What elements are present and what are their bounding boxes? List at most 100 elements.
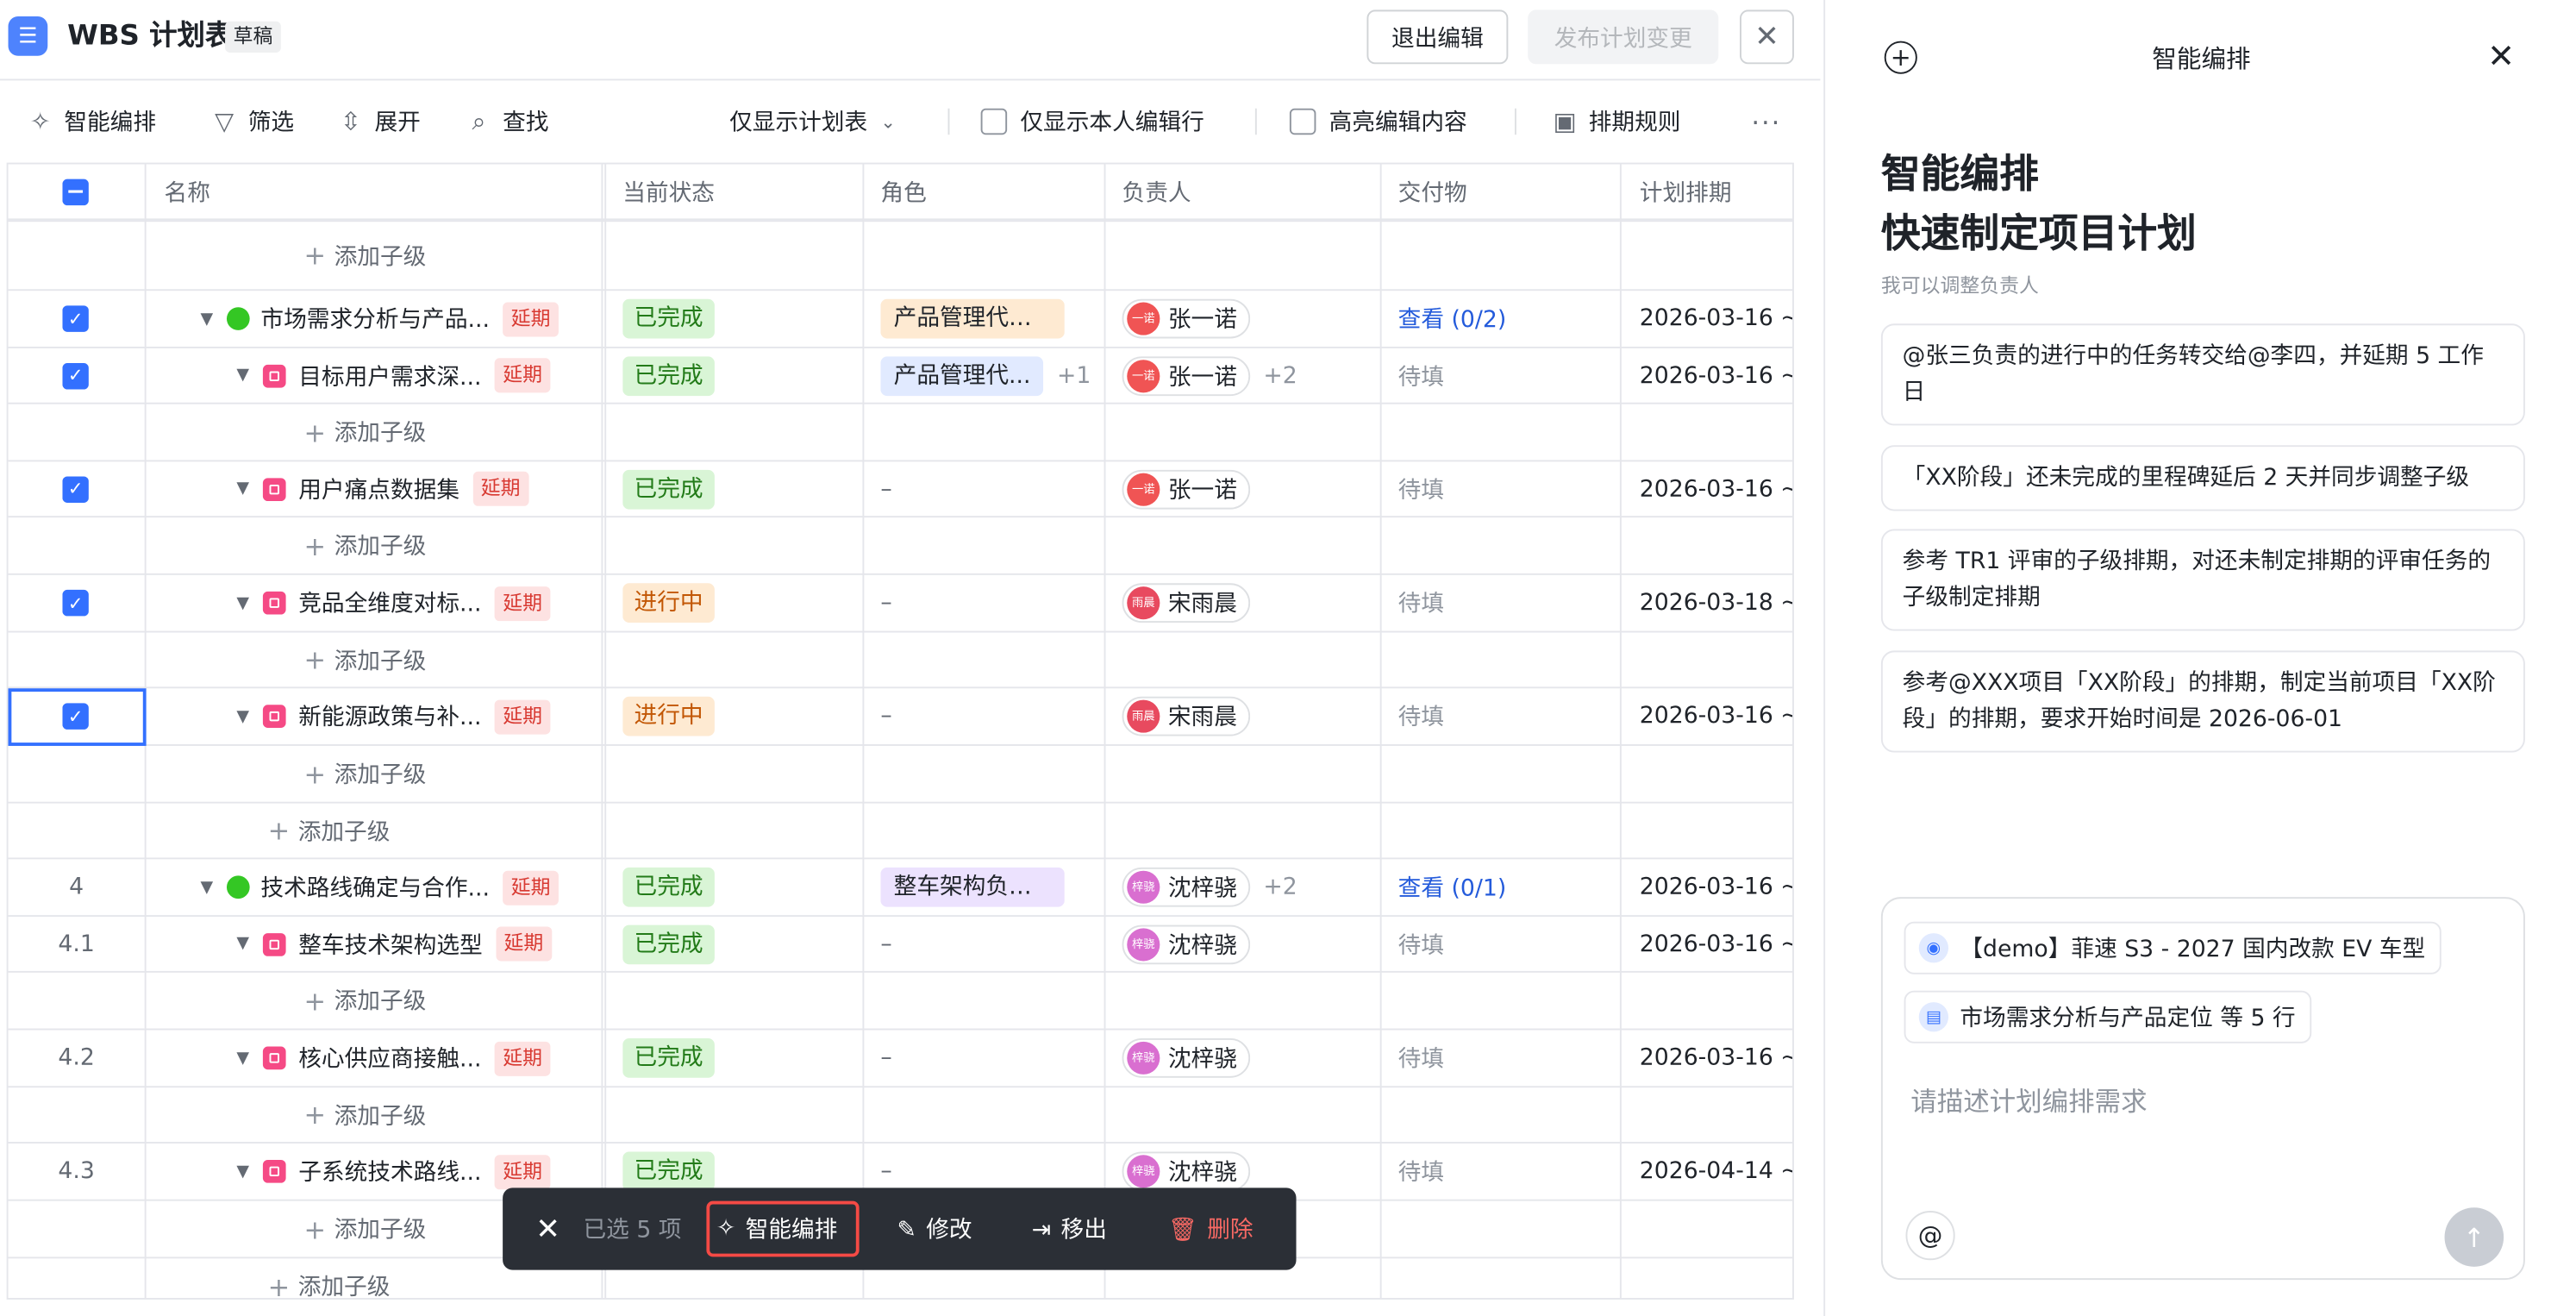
owner-cell[interactable]: 一诺 张一诺: [1122, 461, 1251, 516]
add-child-button[interactable]: + 添加子级: [304, 1087, 427, 1142]
collapse-triangle-icon[interactable]: ▼: [236, 1049, 249, 1067]
plan-cell[interactable]: 2026-03-16 ~: [1640, 348, 1792, 403]
role-cell[interactable]: 产品管理代... +1: [880, 348, 1091, 403]
owner-chip[interactable]: 雨晨 宋雨晨: [1122, 696, 1251, 736]
view-select[interactable]: 仅显示计划表 ⌄: [729, 102, 896, 141]
add-child-button[interactable]: + 添加子级: [268, 804, 391, 858]
row-checkbox[interactable]: ✓: [62, 348, 89, 403]
collapse-triangle-icon[interactable]: ▼: [236, 367, 249, 385]
plan-cell[interactable]: 2026-03-18 ~: [1640, 575, 1792, 631]
add-child-button[interactable]: + 添加子级: [304, 517, 427, 573]
owner-cell[interactable]: 雨晨 宋雨晨: [1122, 575, 1251, 631]
collapse-triangle-icon[interactable]: ▼: [236, 935, 249, 953]
add-child-button[interactable]: + 添加子级: [304, 222, 427, 289]
status-cell[interactable]: 已完成: [622, 461, 715, 516]
collapse-triangle-icon[interactable]: ▼: [236, 594, 249, 612]
prompt-input-box[interactable]: ◉ 【demo】菲速 S3 - 2027 国内改款 EV 车型 ▤ 市场需求分析与产…: [1880, 897, 2525, 1281]
task-name-cell[interactable]: ▼ 整车技术架构选型 延期: [236, 917, 593, 971]
owner-cell[interactable]: 雨晨 宋雨晨: [1122, 688, 1251, 744]
deliverable-cell[interactable]: 查看 (0/2): [1398, 291, 1507, 347]
collapse-triangle-icon[interactable]: ▼: [200, 878, 213, 896]
suggestion-card[interactable]: @张三负责的进行中的任务转交给@李四，并延期 5 工作日: [1880, 323, 2525, 426]
owner-chip[interactable]: 一诺 张一诺: [1122, 355, 1251, 396]
toolbar-expand-button[interactable]: ⇳ 展开: [337, 102, 421, 141]
collapse-triangle-icon[interactable]: ▼: [236, 1162, 249, 1181]
task-name-cell[interactable]: ▼ 目标用户需求深... 延期: [236, 348, 593, 403]
status-cell[interactable]: 已完成: [622, 291, 715, 347]
send-arrow-up-icon[interactable]: ↑: [2444, 1207, 2504, 1267]
collapse-triangle-icon[interactable]: ▼: [200, 310, 213, 328]
collapse-triangle-icon[interactable]: ▼: [236, 479, 249, 498]
checkbox-box[interactable]: [1289, 108, 1316, 135]
deliverable-value[interactable]: 查看 (0/1): [1398, 871, 1507, 904]
role-cell[interactable]: 产品管理代表...: [880, 291, 1065, 347]
more-icon[interactable]: ···: [1751, 102, 1781, 141]
toolbar-find-button[interactable]: ⌕ 查找: [465, 102, 548, 141]
task-name-cell[interactable]: ▼ 用户痛点数据集 延期: [236, 461, 593, 516]
owner-cell[interactable]: 梓骁 沈梓骁: [1122, 917, 1251, 971]
role-cell[interactable]: –: [880, 917, 891, 971]
add-child-button[interactable]: + 添加子级: [304, 973, 427, 1029]
row-checkbox[interactable]: ✓: [62, 575, 89, 631]
owner-cell[interactable]: 梓骁 沈梓骁: [1122, 1030, 1251, 1086]
plan-cell[interactable]: 2026-03-16 ~: [1640, 1030, 1792, 1086]
owner-chip[interactable]: 梓骁 沈梓骁: [1122, 867, 1251, 907]
status-cell[interactable]: 已完成: [622, 917, 715, 971]
owner-cell[interactable]: 一诺 张一诺: [1122, 291, 1251, 347]
status-cell[interactable]: 已完成: [622, 859, 715, 915]
suggestion-card[interactable]: 「XX阶段」还未完成的里程碑延后 2 天并同步调整子级: [1880, 445, 2525, 511]
task-name-cell[interactable]: ▼ 技术路线确定与合作... 延期: [200, 859, 592, 915]
owner-cell[interactable]: 一诺 张一诺 +2: [1122, 348, 1297, 403]
task-name-cell[interactable]: ▼ 核心供应商接触... 延期: [236, 1030, 593, 1086]
bar-delete-button[interactable]: 🗑 删除: [1168, 1213, 1254, 1245]
schedule-rule-button[interactable]: ▣ 排期规则: [1551, 102, 1681, 141]
deliverable-value[interactable]: 查看 (0/2): [1398, 303, 1507, 335]
task-name-cell[interactable]: ▼ 市场需求分析与产品... 延期: [200, 291, 592, 347]
deliverable-cell[interactable]: 查看 (0/1): [1398, 859, 1507, 915]
bar-smart-arrange-button[interactable]: ✧ 智能编排: [706, 1200, 860, 1257]
highlight-edits-checkbox[interactable]: 高亮编辑内容: [1289, 102, 1467, 141]
close-icon[interactable]: ✕: [1740, 9, 1794, 65]
role-cell[interactable]: –: [880, 575, 891, 631]
status-cell[interactable]: 已完成: [622, 348, 715, 403]
task-name-cell[interactable]: ▼ 新能源政策与补... 延期: [236, 688, 593, 744]
close-panel-icon[interactable]: ✕: [2487, 36, 2515, 76]
bar-move-out-button[interactable]: ⇥ 移出: [1032, 1213, 1107, 1245]
add-child-button[interactable]: + 添加子级: [304, 404, 427, 461]
status-cell[interactable]: 已完成: [622, 1030, 715, 1086]
add-child-button[interactable]: + 添加子级: [304, 1201, 427, 1257]
owner-chip[interactable]: 梓骁 沈梓骁: [1122, 924, 1251, 964]
role-cell[interactable]: –: [880, 461, 891, 516]
plan-cell[interactable]: 2026-03-16 ~: [1640, 291, 1792, 347]
project-context-chip[interactable]: ◉ 【demo】菲速 S3 - 2027 国内改款 EV 车型: [1904, 921, 2442, 974]
suggestion-card[interactable]: 参考 TR1 评审的子级排期，对还未制定排期的评审任务的子级制定排期: [1880, 529, 2525, 631]
plan-cell[interactable]: 2026-03-16 ~: [1640, 461, 1792, 516]
owner-cell[interactable]: 梓骁 沈梓骁 +2: [1122, 859, 1297, 915]
toolbar-filter-button[interactable]: ▽ 筛选: [210, 102, 294, 141]
owner-chip[interactable]: 一诺 张一诺: [1122, 468, 1251, 509]
plan-cell[interactable]: 2026-03-16 ~: [1640, 859, 1792, 915]
bar-edit-button[interactable]: ✎ 修改: [897, 1213, 972, 1245]
collapse-triangle-icon[interactable]: ▼: [236, 707, 249, 725]
task-name-cell[interactable]: ▼ 竞品全维度对标... 延期: [236, 575, 593, 631]
toolbar-smart-arrange-button[interactable]: ✧ 智能编排: [26, 102, 156, 141]
owner-chip[interactable]: 梓骁 沈梓骁: [1122, 1151, 1251, 1192]
add-child-button[interactable]: + 添加子级: [304, 746, 427, 802]
row-checkbox[interactable]: ✓: [62, 461, 89, 516]
suggestion-card[interactable]: 参考@XXX项目「XX阶段」的排期，制定当前项目「XX阶段」的排期，要求开始时间…: [1880, 650, 2525, 753]
status-cell[interactable]: 进行中: [622, 575, 715, 631]
owner-chip[interactable]: 一诺 张一诺: [1122, 298, 1251, 339]
publish-changes-button[interactable]: 发布计划变更: [1528, 9, 1719, 65]
plan-cell[interactable]: 2026-03-16 ~: [1640, 917, 1792, 971]
mention-button[interactable]: @: [1905, 1211, 1955, 1261]
rows-context-chip[interactable]: ▤ 市场需求分析与产品定位 等 5 行: [1904, 990, 2312, 1043]
role-cell[interactable]: –: [880, 1030, 891, 1086]
role-cell[interactable]: 整车架构负责...: [880, 859, 1065, 915]
add-child-button[interactable]: + 添加子级: [268, 1258, 391, 1298]
add-child-button[interactable]: + 添加子级: [304, 632, 427, 686]
owner-chip[interactable]: 雨晨 宋雨晨: [1122, 583, 1251, 624]
row-checkbox[interactable]: ✓: [62, 291, 89, 347]
exit-edit-button[interactable]: 退出编辑: [1366, 9, 1509, 65]
clear-selection-icon[interactable]: ✕: [535, 1212, 560, 1246]
select-all-checkbox[interactable]: −: [62, 165, 89, 219]
